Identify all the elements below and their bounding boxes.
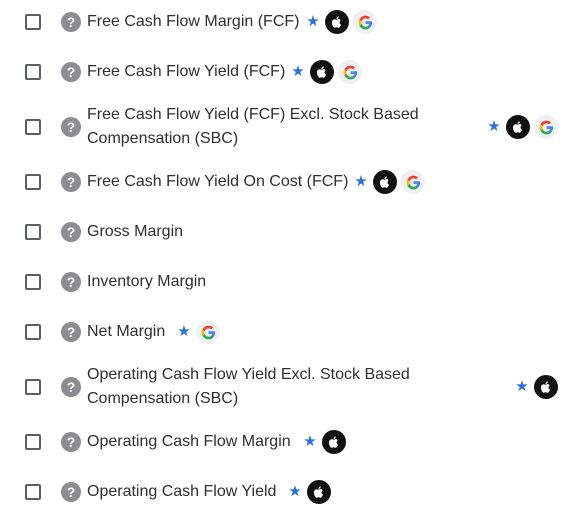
star-icon: ★ <box>487 118 501 135</box>
help-icon[interactable]: ? <box>61 377 81 397</box>
metric-label: Free Cash Flow Yield (FCF) <box>87 63 286 80</box>
metric-label: Free Cash Flow Yield On Cost (FCF) <box>87 173 349 190</box>
metric-checkbox[interactable] <box>25 379 41 395</box>
google-icon <box>196 320 220 344</box>
star-icon: ★ <box>288 483 302 500</box>
metric-label: Operating Cash Flow Yield <box>87 483 277 500</box>
metric-label: Gross Margin <box>87 223 184 240</box>
metric-checkbox[interactable] <box>25 119 41 135</box>
help-icon[interactable]: ? <box>61 172 81 192</box>
badge-group: ★ <box>353 170 425 194</box>
apple-icon <box>506 115 530 139</box>
metric-label: Inventory Margin <box>87 273 207 290</box>
metric-checkbox[interactable] <box>25 64 41 80</box>
badge-group: ★ <box>514 375 558 399</box>
help-icon[interactable]: ? <box>61 322 81 342</box>
metric-label: Operating Cash Flow Margin <box>87 433 291 450</box>
metric-checkbox[interactable] <box>25 274 41 290</box>
apple-icon <box>310 60 334 84</box>
apple-icon <box>534 375 558 399</box>
google-icon <box>534 115 558 139</box>
badge-group: ★ <box>176 320 220 344</box>
google-icon <box>338 60 362 84</box>
star-icon: ★ <box>177 323 191 340</box>
metric-label: Operating Cash Flow Yield Excl. Stock Ba… <box>87 366 410 407</box>
metric-checkbox[interactable] <box>25 434 41 450</box>
help-icon[interactable]: ? <box>61 62 81 82</box>
metric-checkbox[interactable] <box>25 14 41 30</box>
star-icon: ★ <box>291 63 305 80</box>
badge-group: ★ <box>302 430 346 454</box>
metric-label: Free Cash Flow Margin (FCF) <box>87 13 300 30</box>
help-icon[interactable]: ? <box>61 482 81 502</box>
apple-icon <box>325 10 349 34</box>
badge-group: ★ <box>305 10 377 34</box>
apple-icon <box>307 480 331 504</box>
metric-checkbox[interactable] <box>25 324 41 340</box>
apple-icon <box>322 430 346 454</box>
apple-icon <box>373 170 397 194</box>
metric-label: Net Margin <box>87 323 166 340</box>
badge-group: ★ <box>290 60 362 84</box>
help-icon[interactable]: ? <box>61 117 81 137</box>
help-icon[interactable]: ? <box>61 272 81 292</box>
help-icon[interactable]: ? <box>61 222 81 242</box>
badge-group: ★ <box>486 115 558 139</box>
star-icon: ★ <box>306 13 320 30</box>
metric-label: Free Cash Flow Yield (FCF) Excl. Stock B… <box>87 106 419 147</box>
metric-checkbox[interactable] <box>25 174 41 190</box>
star-icon: ★ <box>354 173 368 190</box>
google-icon <box>353 10 377 34</box>
star-icon: ★ <box>303 433 317 450</box>
google-icon <box>401 170 425 194</box>
star-icon: ★ <box>515 378 529 395</box>
help-icon[interactable]: ? <box>61 12 81 32</box>
metric-checkbox[interactable] <box>25 224 41 240</box>
badge-group: ★ <box>287 480 331 504</box>
metric-checkbox[interactable] <box>25 484 41 500</box>
help-icon[interactable]: ? <box>61 432 81 452</box>
